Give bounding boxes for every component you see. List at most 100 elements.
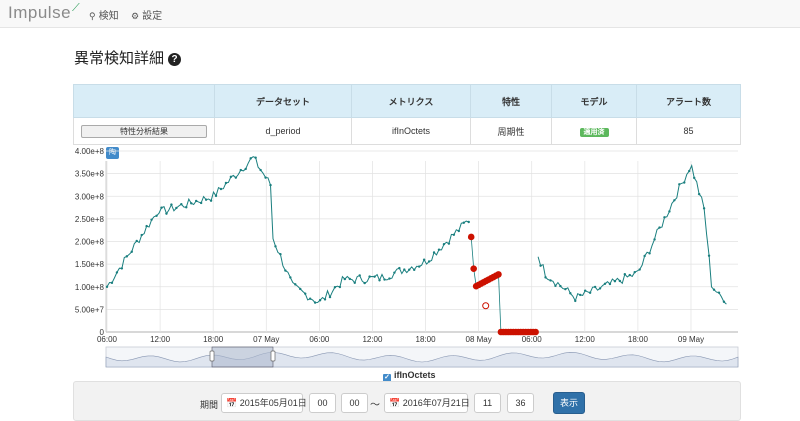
start-hour-select[interactable]: 00 (309, 393, 336, 413)
data-point (358, 274, 361, 277)
data-point (702, 207, 706, 210)
data-point (383, 278, 386, 281)
column-header: メトリクス (351, 84, 471, 118)
table-row: 特性分析結果 d_period ifInOctets 周期性 適用済 85 (73, 117, 741, 145)
end-hour-select[interactable]: 11 (474, 393, 501, 413)
data-point (408, 268, 411, 271)
data-point (313, 301, 317, 304)
data-point (259, 168, 262, 172)
data-point (638, 268, 641, 271)
data-point (333, 286, 337, 289)
data-point (343, 277, 347, 281)
data-point (155, 214, 158, 217)
data-point (653, 238, 656, 241)
gear-icon: ⚙ (131, 11, 140, 21)
leaf-icon: ⟋ (72, 2, 81, 14)
y-tick-label: 1.00e+8 (75, 283, 105, 292)
data-point (130, 250, 133, 253)
start-minute-select[interactable]: 00 (341, 393, 368, 413)
data-point (229, 175, 233, 179)
column-header (73, 84, 215, 118)
data-point (717, 291, 721, 294)
anomaly-point[interactable] (467, 233, 475, 241)
end-minute-select[interactable]: 36 (507, 393, 534, 413)
data-point (697, 192, 701, 196)
data-point (588, 291, 592, 294)
data-point (569, 292, 572, 295)
alert-count-cell: 85 (636, 117, 741, 145)
period-label: 期間 (200, 400, 219, 410)
start-date-picker[interactable]: 📅 2015年05月01日 (221, 393, 307, 413)
data-point (559, 284, 562, 288)
property-analysis-button[interactable]: 特性分析結果 (81, 124, 207, 138)
data-point (648, 252, 651, 255)
series-line-ifinoctets (106, 156, 727, 305)
x-tick-label: 12:00 (150, 335, 171, 344)
data-point (294, 283, 297, 286)
chart-grid (105, 150, 738, 333)
data-point (145, 224, 148, 228)
navigator-handle-right[interactable] (270, 350, 276, 362)
data-point (115, 271, 119, 274)
y-tick-label: 3.50e+8 (75, 170, 105, 179)
end-date-picker[interactable]: 📅 2016年07月21日 (384, 393, 470, 413)
metric-cell: ifInOctets (351, 117, 471, 145)
dataset-cell: d_period (214, 117, 352, 145)
calendar-icon: 📅 (389, 398, 401, 408)
data-point (185, 206, 188, 209)
data-point (467, 220, 470, 224)
data-point (209, 199, 213, 202)
anomaly-point[interactable] (495, 271, 502, 278)
data-point (234, 176, 238, 179)
brand-logo[interactable]: Impulse⟋ (8, 2, 81, 23)
data-point (170, 203, 173, 206)
range-navigator[interactable] (105, 346, 739, 368)
x-axis-labels: 06:00 12:00 18:00 07 May 06:00 12:00 18:00 08 M… (97, 335, 704, 344)
y-tick-label: 4.00e+8 (75, 147, 105, 156)
data-point (413, 268, 416, 272)
data-point (398, 266, 401, 270)
data-point (308, 297, 312, 300)
data-point (598, 287, 602, 290)
column-header: アラート数 (636, 84, 741, 118)
question-circle-icon[interactable]: ? (168, 53, 182, 66)
data-point (544, 276, 547, 279)
data-point (150, 218, 153, 221)
data-point (422, 258, 426, 261)
navigator-selection[interactable] (211, 346, 274, 368)
data-point (140, 233, 143, 237)
data-point (378, 279, 381, 282)
data-point (338, 285, 342, 289)
data-point (564, 287, 567, 291)
x-tick-label: 07 May (253, 335, 279, 344)
data-point (583, 289, 587, 292)
navigator-handle-left[interactable] (209, 350, 215, 362)
data-point (180, 202, 183, 206)
nav-item-detect[interactable]: ⚲ 検知 (89, 7, 119, 22)
anomaly-marker[interactable] (482, 302, 490, 310)
x-tick-label: 18:00 (203, 335, 224, 344)
data-point (363, 281, 366, 285)
x-tick-label: 18:00 (416, 335, 437, 344)
data-point (373, 275, 376, 278)
data-point (437, 248, 441, 251)
y-tick-label: 2.00e+8 (75, 238, 105, 247)
nav-item-settings[interactable]: ⚙ 設定 (131, 7, 162, 22)
range-separator: 〜 (370, 400, 380, 411)
data-point (219, 187, 223, 191)
data-point (135, 239, 138, 243)
anomaly-point[interactable] (532, 328, 539, 336)
property-cell: 周期性 (470, 117, 552, 145)
x-tick-label: 18:00 (628, 335, 649, 344)
data-point (613, 279, 617, 283)
data-point (214, 194, 218, 198)
data-point (618, 279, 622, 283)
data-point (593, 285, 597, 289)
x-tick-label: 12:00 (362, 335, 383, 344)
timeseries-chart[interactable]: 05.00e+71.00e+81.50e+82.00e+82.50e+83.00… (0, 145, 800, 375)
data-point (683, 181, 686, 184)
submit-button[interactable]: 表示 (553, 392, 585, 414)
data-point (388, 277, 391, 280)
anomaly-point[interactable] (470, 265, 477, 272)
y-axis-labels: 05.00e+71.00e+81.50e+82.00e+82.50e+83.00… (75, 147, 105, 337)
